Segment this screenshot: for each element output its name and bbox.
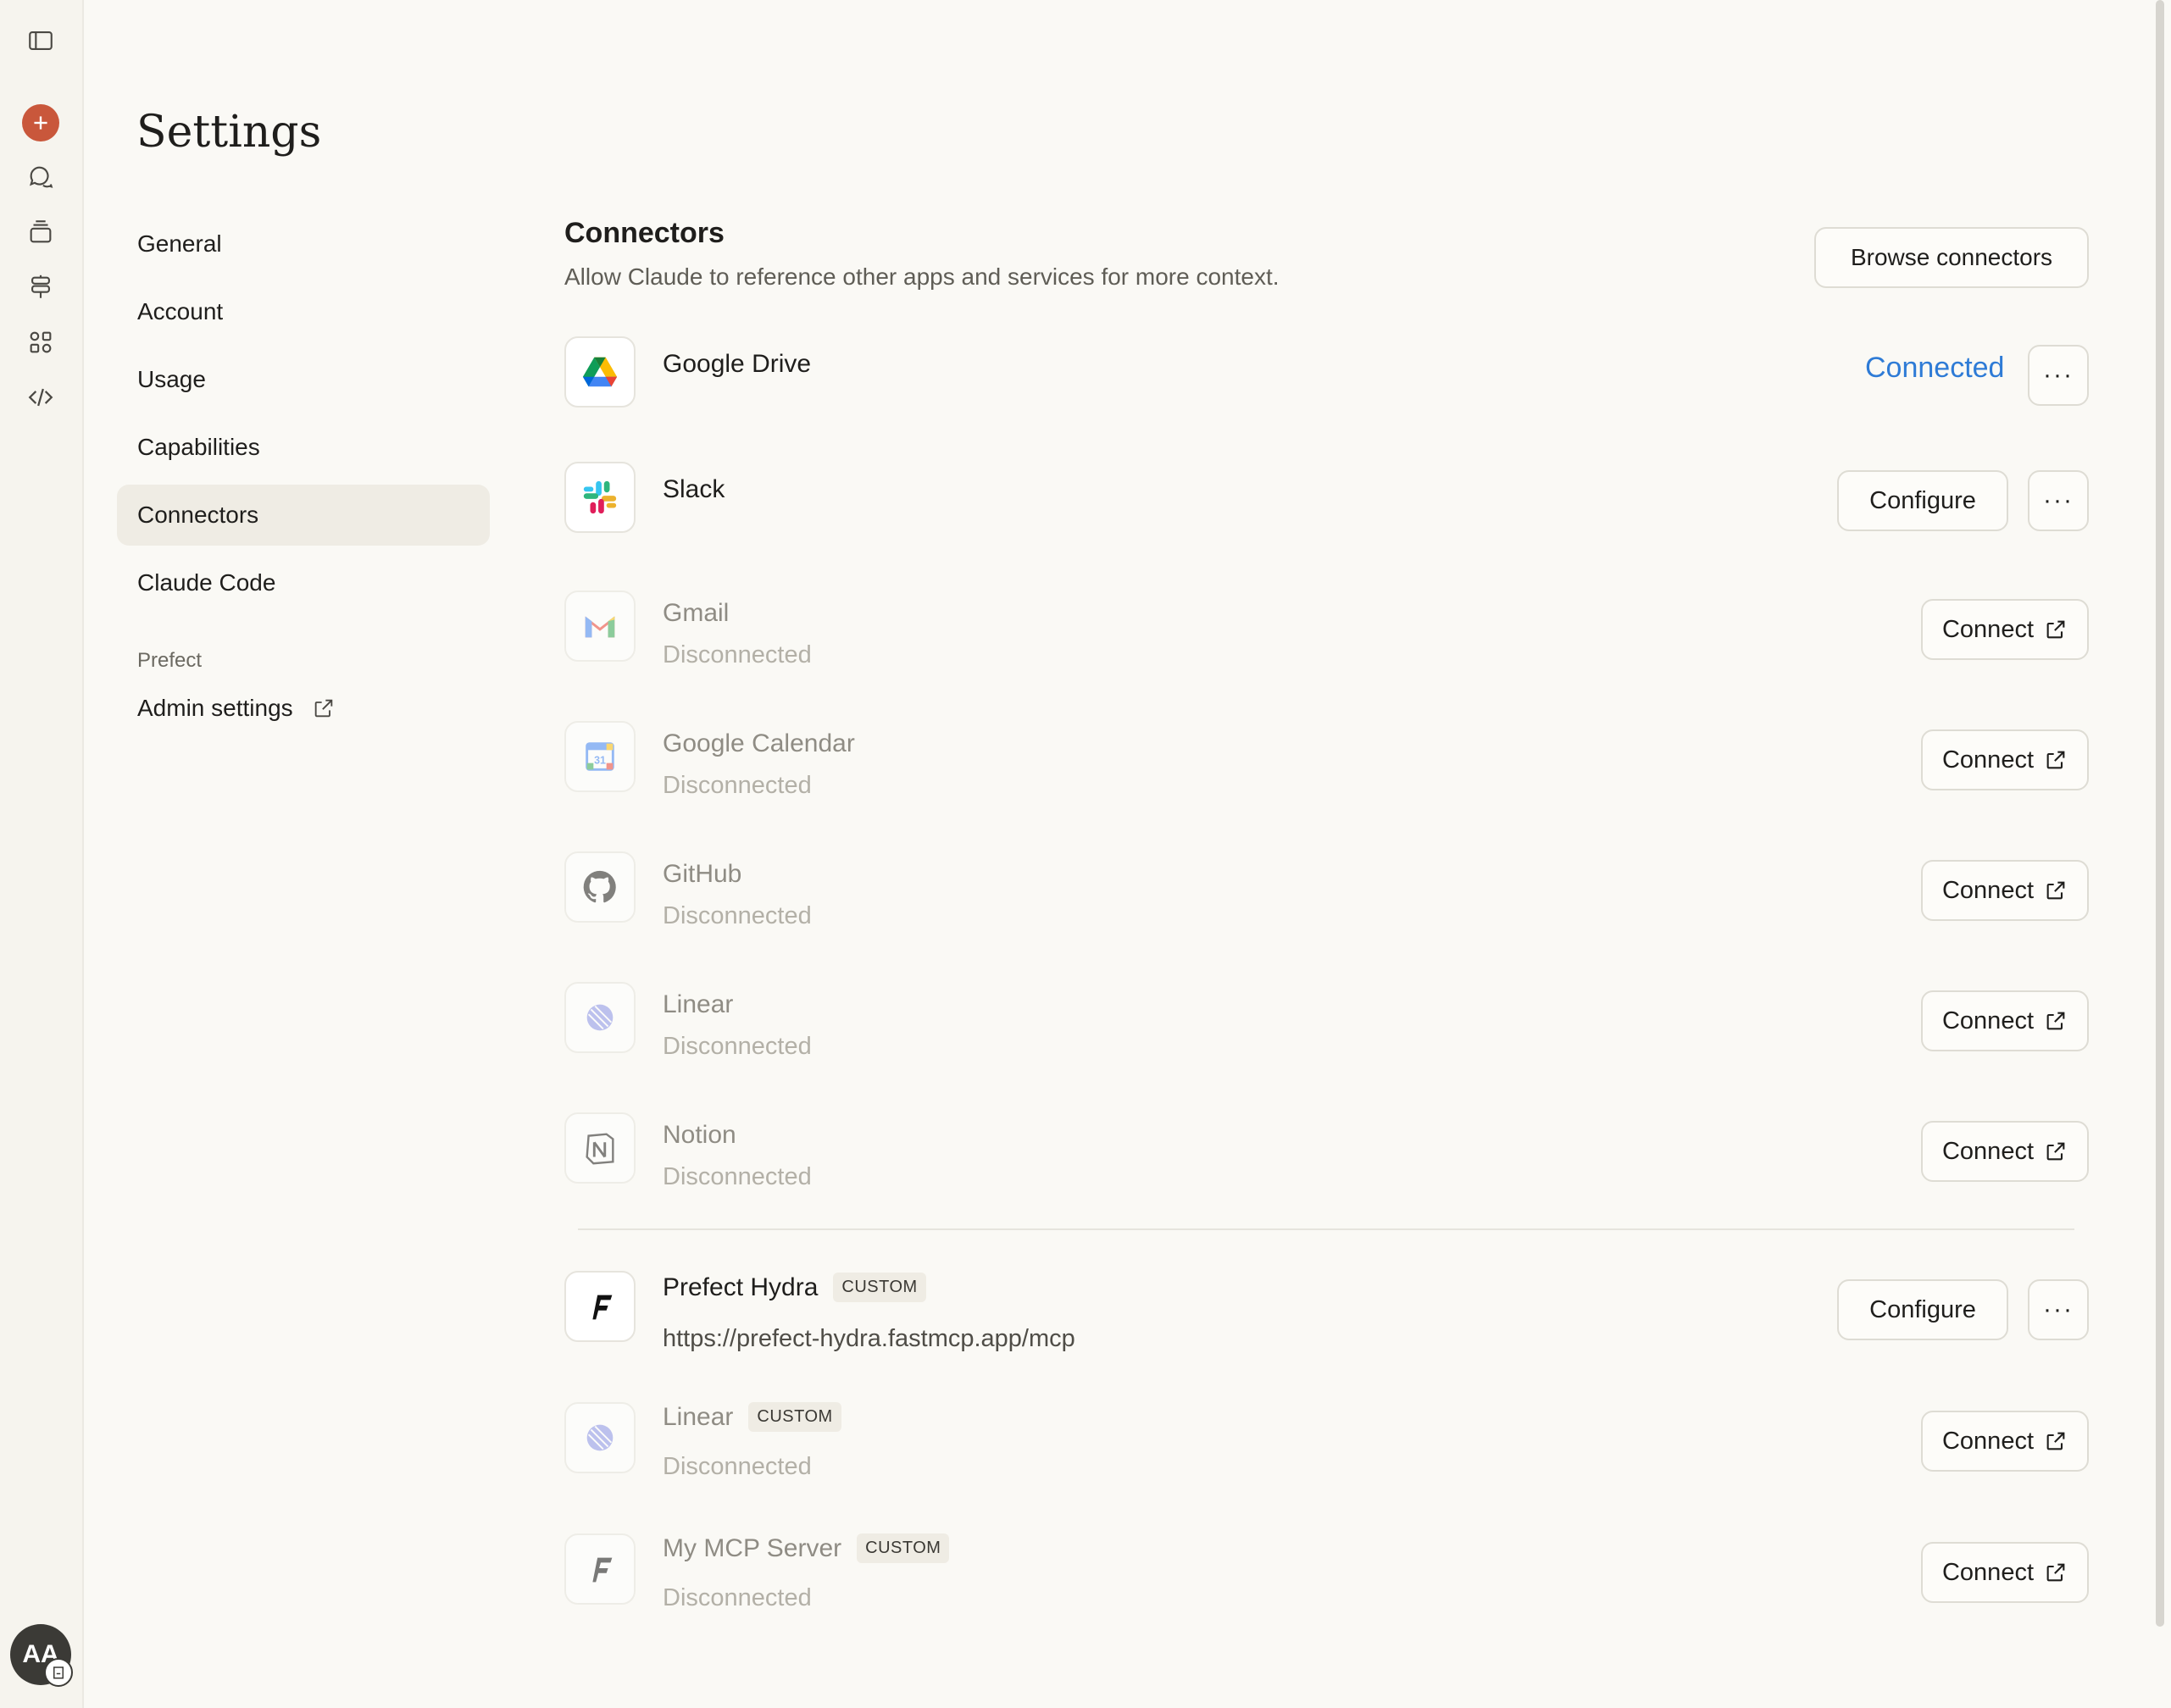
- external-link-icon: [2046, 1142, 2065, 1161]
- connector-row-prefect-hydra: Prefect Hydra CUSTOM https://prefect-hyd…: [564, 1271, 2090, 1352]
- connect-label: Connect: [1941, 746, 2034, 774]
- gmail-icon: [564, 591, 636, 662]
- connector-name: Slack: [663, 475, 725, 503]
- github-icon: [564, 851, 636, 923]
- connector-status: Disconnected: [663, 1453, 812, 1480]
- connector-status: Disconnected: [663, 1584, 812, 1611]
- connect-button[interactable]: Connect: [1921, 1411, 2089, 1472]
- chats-icon[interactable]: [23, 159, 58, 195]
- nav-item-usage[interactable]: Usage: [117, 349, 490, 410]
- nav-item-claude-code[interactable]: Claude Code: [117, 552, 490, 613]
- external-link-icon: [2046, 1012, 2065, 1030]
- connector-name-wrap: Prefect Hydra CUSTOM: [663, 1273, 926, 1302]
- connect-label: Connect: [1941, 1137, 2034, 1165]
- organization-icon: [44, 1658, 73, 1687]
- connector-status: Disconnected: [663, 641, 812, 668]
- external-link-icon: [2046, 1432, 2065, 1450]
- external-link-icon: [2046, 751, 2065, 769]
- nav-item-connectors[interactable]: Connectors: [117, 485, 490, 546]
- connect-label: Connect: [1941, 1558, 2034, 1586]
- nav-item-account[interactable]: Account: [117, 281, 490, 342]
- connect-button[interactable]: Connect: [1921, 990, 2089, 1051]
- external-link-icon: [2046, 620, 2065, 639]
- notion-icon: [564, 1112, 636, 1184]
- connect-label: Connect: [1941, 1006, 2034, 1034]
- scrollbar[interactable]: [2156, 0, 2164, 1627]
- settings-nav: General Account Usage Capabilities Conne…: [117, 214, 490, 746]
- connect-button[interactable]: Connect: [1921, 1121, 2089, 1182]
- left-rail: AA: [0, 0, 84, 1708]
- page-title: Settings: [136, 107, 322, 158]
- fastmcp-icon: [564, 1271, 636, 1342]
- connected-status-link[interactable]: Connected: [1865, 352, 2004, 385]
- artifacts-icon[interactable]: [23, 269, 58, 305]
- connector-row-google-drive: Google Drive Connected ···: [564, 336, 2090, 413]
- calendar-day-text: 31: [594, 755, 606, 767]
- connector-status: Disconnected: [663, 902, 812, 929]
- connector-name: Notion: [663, 1121, 736, 1149]
- google-calendar-icon: 31: [564, 721, 636, 792]
- connect-button[interactable]: Connect: [1921, 599, 2089, 660]
- projects-icon[interactable]: [23, 214, 58, 250]
- linear-icon: [564, 982, 636, 1053]
- connector-row-my-mcp-server: My MCP Server CUSTOM Disconnected Connec…: [564, 1533, 2090, 1611]
- connector-name-wrap: Linear CUSTOM: [663, 1402, 841, 1432]
- external-link-icon: [314, 699, 332, 718]
- connector-row-google-calendar: 31 Google Calendar Disconnected Connect: [564, 721, 2090, 799]
- connector-name: Linear: [663, 990, 734, 1018]
- connector-row-slack: Slack Configure ···: [564, 462, 2090, 538]
- more-options-button[interactable]: ···: [2028, 470, 2089, 531]
- admin-settings-label: Admin settings: [137, 695, 293, 721]
- connector-row-github: GitHub Disconnected Connect: [564, 851, 2090, 929]
- custom-badge: CUSTOM: [857, 1533, 950, 1563]
- nav-item-general[interactable]: General: [117, 214, 490, 274]
- browse-connectors-button[interactable]: Browse connectors: [1814, 227, 2089, 288]
- nav-group-label: Prefect: [137, 649, 203, 672]
- connect-button[interactable]: Connect: [1921, 1542, 2089, 1603]
- nav-item-capabilities[interactable]: Capabilities: [117, 417, 490, 478]
- configure-button[interactable]: Configure: [1837, 470, 2008, 531]
- connector-row-linear: Linear Disconnected Connect: [564, 982, 2090, 1060]
- fastmcp-icon: [564, 1533, 636, 1605]
- connector-row-notion: Notion Disconnected Connect: [564, 1112, 2090, 1190]
- connector-name: Google Calendar: [663, 729, 855, 757]
- nav-item-admin-settings[interactable]: Admin settings: [117, 678, 490, 739]
- external-link-icon: [2046, 881, 2065, 900]
- connect-button[interactable]: Connect: [1921, 860, 2089, 921]
- connector-url: https://prefect-hydra.fastmcp.app/mcp: [663, 1325, 1075, 1352]
- connector-name-wrap: My MCP Server CUSTOM: [663, 1533, 950, 1563]
- external-link-icon: [2046, 1563, 2065, 1582]
- more-options-button[interactable]: ···: [2028, 345, 2089, 406]
- plus-icon: [34, 116, 47, 130]
- connector-row-gmail: Gmail Disconnected Connect: [564, 591, 2090, 668]
- connector-name: Prefect Hydra: [663, 1273, 819, 1301]
- connector-status: Disconnected: [663, 772, 812, 799]
- connector-name: My MCP Server: [663, 1533, 842, 1562]
- configure-button[interactable]: Configure: [1837, 1279, 2008, 1340]
- custom-badge: CUSTOM: [748, 1402, 841, 1432]
- code-icon[interactable]: [23, 380, 58, 415]
- custom-badge: CUSTOM: [833, 1273, 926, 1302]
- connector-name: Gmail: [663, 599, 730, 627]
- connect-label: Connect: [1941, 1427, 2034, 1455]
- connector-status: Disconnected: [663, 1033, 812, 1060]
- new-chat-button[interactable]: [22, 104, 59, 141]
- connect-button[interactable]: Connect: [1921, 729, 2089, 790]
- slack-icon: [564, 462, 636, 533]
- connector-status: Disconnected: [663, 1163, 812, 1190]
- connector-name: Google Drive: [663, 350, 812, 378]
- apps-icon[interactable]: [23, 324, 58, 360]
- connect-label: Connect: [1941, 876, 2034, 904]
- connector-row-linear-custom: Linear CUSTOM Disconnected Connect: [564, 1402, 2090, 1480]
- connect-label: Connect: [1941, 615, 2034, 643]
- linear-icon: [564, 1402, 636, 1473]
- sidebar-toggle-icon[interactable]: [23, 23, 58, 58]
- connector-name: Linear: [663, 1402, 734, 1431]
- connectors-section: Connectors Allow Claude to reference oth…: [564, 212, 2090, 1611]
- divider: [578, 1228, 2074, 1230]
- google-drive-icon: [564, 336, 636, 408]
- more-options-button[interactable]: ···: [2028, 1279, 2089, 1340]
- connector-name: GitHub: [663, 860, 742, 888]
